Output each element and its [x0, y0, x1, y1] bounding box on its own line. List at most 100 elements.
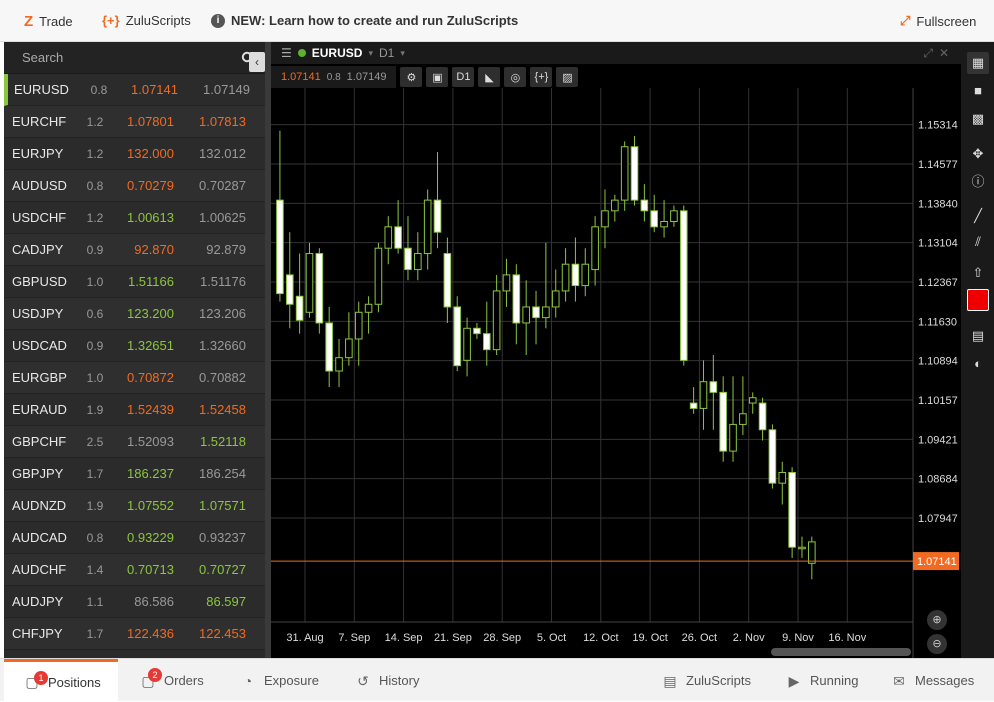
- zuluscripts-link[interactable]: {+} ZuluScripts: [102, 13, 191, 28]
- row-bid[interactable]: 132.000: [114, 146, 186, 161]
- info-icon[interactable]: ⓘ: [967, 171, 989, 193]
- watchlist-row-eurgbp[interactable]: EURGBP 1.0 0.70872 0.70882: [4, 362, 265, 394]
- tab-running[interactable]: ▶ Running: [786, 659, 859, 702]
- row-symbol: CADJPY: [12, 242, 64, 257]
- candle-body: [404, 247, 412, 271]
- contrast-icon[interactable]: ◐: [967, 353, 989, 375]
- candlestick-chart[interactable]: 1.15314 1.14577 1.13840 1.13104 1.12367 1.116…: [271, 42, 961, 658]
- zoom-out-button[interactable]: ⊖: [927, 634, 947, 654]
- tab-messages[interactable]: ✉ Messages: [891, 659, 974, 702]
- search-input[interactable]: Search: [22, 50, 63, 65]
- watchlist-row-audchf[interactable]: AUDCHF 1.4 0.70713 0.70727: [4, 554, 265, 586]
- watchlist-row-audcad[interactable]: AUDCAD 0.8 0.93229 0.93237: [4, 522, 265, 554]
- row-bid[interactable]: 1.51166: [114, 274, 186, 289]
- row-ask[interactable]: 86.597: [186, 594, 256, 609]
- row-ask[interactable]: 1.07813: [186, 114, 256, 129]
- horizontal-scrollbar[interactable]: [771, 648, 911, 656]
- row-bid[interactable]: 1.32651: [114, 338, 186, 353]
- tab-orders[interactable]: ▢ 2 Orders: [140, 659, 204, 702]
- row-bid[interactable]: 0.70713: [114, 562, 186, 577]
- row-bid[interactable]: 122.436: [114, 626, 186, 641]
- layout-grid-icon[interactable]: ▦: [967, 52, 989, 74]
- y-tick-label: 1.14577: [918, 159, 958, 171]
- watchlist-row-audnzd[interactable]: AUDNZD 1.9 1.07552 1.07571: [4, 490, 265, 522]
- row-bid[interactable]: 0.70872: [114, 370, 186, 385]
- tab-history[interactable]: ↺ History: [355, 659, 419, 702]
- collapse-watchlist-button[interactable]: ‹: [249, 52, 265, 72]
- row-ask[interactable]: 122.453: [186, 626, 256, 641]
- row-bid[interactable]: 0.93229: [114, 530, 186, 545]
- fullscreen-button[interactable]: ⤢ Fullscreen: [900, 13, 976, 29]
- row-bid[interactable]: 1.07141: [118, 82, 190, 97]
- row-bid[interactable]: 92.870: [114, 242, 186, 257]
- row-ask[interactable]: 0.70727: [186, 562, 256, 577]
- row-ask[interactable]: 0.93237: [186, 530, 256, 545]
- row-ask[interactable]: 92.879: [186, 242, 256, 257]
- watchlist-row-eurchf[interactable]: EURCHF 1.2 1.07801 1.07813: [4, 106, 265, 138]
- trade-link[interactable]: Z Trade: [24, 13, 73, 30]
- candle-body: [315, 253, 324, 324]
- tab-zuluscripts[interactable]: ▤ ZuluScripts: [662, 659, 751, 702]
- search-box[interactable]: Search: [4, 42, 265, 74]
- row-ask[interactable]: 0.70882: [186, 370, 256, 385]
- row-bid[interactable]: 1.52439: [114, 402, 186, 417]
- channel-icon[interactable]: ⫽: [967, 231, 989, 253]
- x-tick-label: 5. Oct: [537, 632, 566, 644]
- single-layout-icon[interactable]: ■: [967, 80, 989, 102]
- watchlist-row-usdcad[interactable]: USDCAD 0.9 1.32651 1.32660: [4, 330, 265, 362]
- x-tick-label: 2. Nov: [733, 632, 765, 644]
- running-label: Running: [810, 673, 859, 688]
- candle-body: [581, 263, 590, 287]
- candle-body: [423, 199, 432, 255]
- row-ask[interactable]: 123.206: [186, 306, 256, 321]
- watchlist-row-usdchf[interactable]: USDCHF 1.2 1.00613 1.00625: [4, 202, 265, 234]
- watchlist-row-eurusd[interactable]: EURUSD 0.8 1.07141 1.07149: [4, 74, 265, 106]
- film-icon[interactable]: ▤: [967, 325, 989, 347]
- row-ask[interactable]: 1.52458: [186, 402, 256, 417]
- row-bid[interactable]: 186.237: [114, 466, 186, 481]
- color-picker-icon[interactable]: [967, 289, 989, 311]
- candle-body: [709, 381, 718, 393]
- arrow-up-icon[interactable]: ⇧: [967, 262, 989, 284]
- candle-body: [532, 306, 540, 319]
- row-ask[interactable]: 1.00625: [186, 210, 256, 225]
- watchlist-row-eurjpy[interactable]: EURJPY 1.2 132.000 132.012: [4, 138, 265, 170]
- row-spread: 1.7: [86, 626, 104, 641]
- tab-positions[interactable]: ▢ 1 Positions: [4, 659, 118, 702]
- zoom-in-button[interactable]: ⊕: [927, 610, 947, 630]
- row-ask[interactable]: 186.254: [186, 466, 256, 481]
- candle-body: [335, 357, 343, 372]
- row-ask[interactable]: 1.51176: [186, 274, 256, 289]
- watchlist-row-chfjpy[interactable]: CHFJPY 1.7 122.436 122.453: [4, 618, 265, 650]
- tab-exposure[interactable]: ◔ Exposure: [240, 659, 319, 702]
- row-ask[interactable]: 1.32660: [186, 338, 256, 353]
- candle-body: [630, 146, 639, 201]
- row-ask[interactable]: 0.70287: [186, 178, 256, 193]
- watchlist-row-cadjpy[interactable]: CADJPY 0.9 92.870 92.879: [4, 234, 265, 266]
- row-bid[interactable]: 1.07801: [114, 114, 186, 129]
- row-bid[interactable]: 1.52093: [114, 434, 186, 449]
- row-bid[interactable]: 1.07552: [114, 498, 186, 513]
- watchlist-row-audjpy[interactable]: AUDJPY 1.1 86.586 86.597: [4, 586, 265, 618]
- candle-body: [739, 413, 747, 425]
- row-bid[interactable]: 0.70279: [114, 178, 186, 193]
- news-link[interactable]: i NEW: Learn how to create and run ZuluS…: [211, 13, 518, 28]
- row-ask[interactable]: 132.012: [186, 146, 256, 161]
- row-symbol: AUDCHF: [12, 562, 67, 577]
- multi-layout-icon[interactable]: ▩: [967, 108, 989, 130]
- trendline-icon[interactable]: ╱: [967, 205, 989, 227]
- watchlist-row-gbpchf[interactable]: GBPCHF 2.5 1.52093 1.52118: [4, 426, 265, 458]
- watchlist-row-usdjpy[interactable]: USDJPY 0.6 123.200 123.206: [4, 298, 265, 330]
- watchlist-row-gbpusd[interactable]: GBPUSD 1.0 1.51166 1.51176: [4, 266, 265, 298]
- row-ask[interactable]: 1.07149: [190, 82, 260, 97]
- row-bid[interactable]: 86.586: [114, 594, 186, 609]
- watchlist-row-gbpjpy[interactable]: GBPJPY 1.7 186.237 186.254: [4, 458, 265, 490]
- row-bid[interactable]: 1.00613: [114, 210, 186, 225]
- row-ask[interactable]: 1.52118: [186, 434, 256, 449]
- row-bid[interactable]: 123.200: [114, 306, 186, 321]
- crosshair-icon[interactable]: ✥: [967, 143, 989, 165]
- row-symbol: AUDUSD: [12, 178, 67, 193]
- row-ask[interactable]: 1.07571: [186, 498, 256, 513]
- watchlist-row-audusd[interactable]: AUDUSD 0.8 0.70279 0.70287: [4, 170, 265, 202]
- watchlist-row-euraud[interactable]: EURAUD 1.9 1.52439 1.52458: [4, 394, 265, 426]
